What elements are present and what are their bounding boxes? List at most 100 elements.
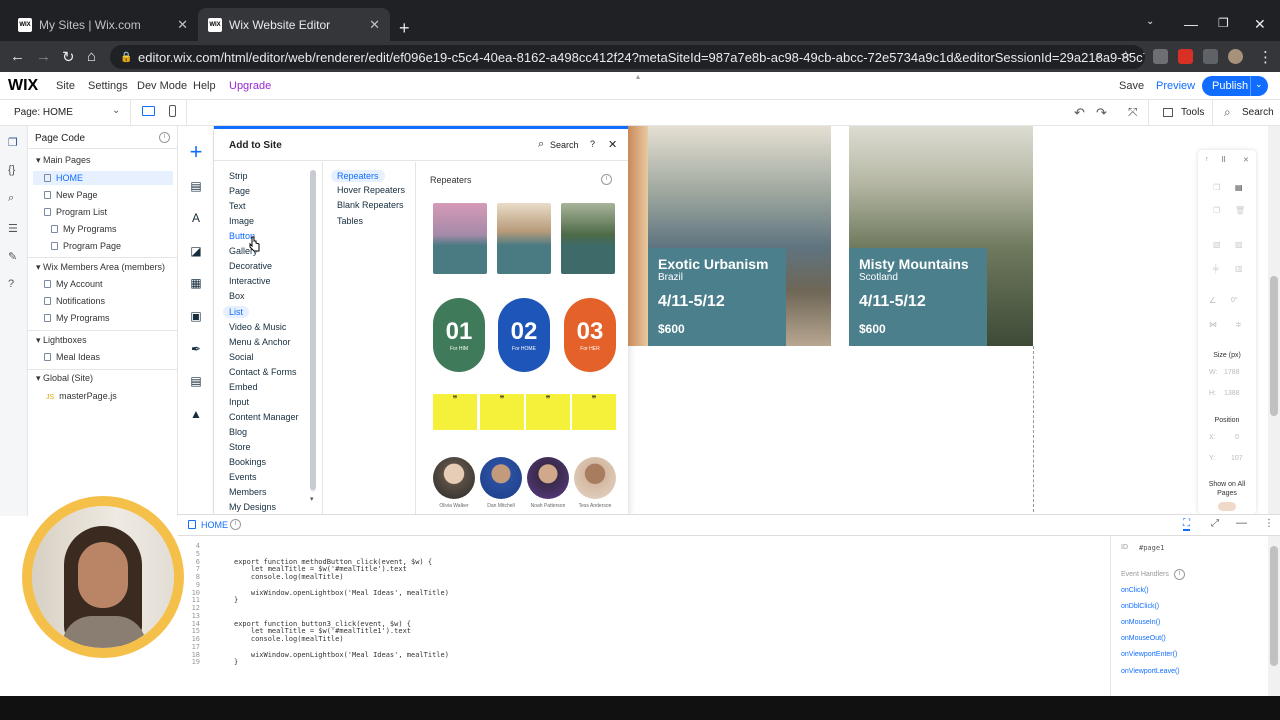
tools-icon[interactable] — [1163, 108, 1173, 117]
avatar[interactable] — [433, 457, 475, 499]
subcategory-item[interactable]: Blank Repeaters — [337, 200, 404, 210]
category-item[interactable]: Social — [229, 352, 254, 362]
repeater-thumbnail-1[interactable] — [433, 203, 487, 274]
tab-my-sites[interactable]: WIX My Sites | Wix.com ✕ — [8, 8, 198, 41]
tree-item-program-page[interactable]: Program Page — [51, 241, 121, 251]
bookmark-star-icon[interactable]: ☆ — [1120, 48, 1132, 64]
flip-vertical-icon[interactable]: ≑ — [1235, 320, 1242, 329]
x-value[interactable]: 0 — [1235, 434, 1239, 441]
code-line[interactable]: } — [234, 596, 238, 604]
code-line[interactable]: wixWindow.openLightbox('Meal Ideas', mea… — [234, 589, 449, 597]
category-item[interactable]: Content Manager — [229, 412, 299, 422]
chevron-down-icon[interactable]: ⌄ — [112, 105, 120, 116]
desktop-view-icon[interactable] — [142, 106, 155, 116]
number-repeater-01[interactable]: 01 For HIM — [433, 298, 485, 372]
scroll-down-icon[interactable]: ▾ — [310, 495, 314, 503]
preview-button[interactable]: Preview — [1156, 80, 1195, 92]
menu-site[interactable]: Site — [56, 80, 75, 92]
height-value[interactable]: 1388 — [1224, 390, 1240, 397]
menu-settings[interactable]: Settings — [88, 80, 128, 92]
close-icon[interactable]: ✕ — [608, 138, 617, 151]
info-icon[interactable]: i — [230, 519, 241, 530]
chevron-down-icon[interactable]: ⌄ — [1255, 79, 1263, 90]
code-line[interactable]: console.log(mealTitle) — [234, 573, 344, 581]
extension-icon[interactable] — [1153, 49, 1168, 64]
reload-icon[interactable]: ↻ — [62, 48, 75, 66]
page-selector[interactable]: Page: HOME — [14, 107, 73, 118]
close-icon[interactable]: ✕ — [1243, 156, 1249, 164]
close-tab-icon[interactable]: ✕ — [369, 17, 380, 33]
undo-icon[interactable]: ↶ — [1074, 105, 1085, 121]
collapse-caret-icon[interactable]: ▴ — [636, 72, 640, 81]
category-item[interactable]: Decorative — [229, 261, 272, 271]
help-icon[interactable]: ? — [590, 139, 595, 149]
tab-wix-editor[interactable]: WIX Wix Website Editor ✕ — [198, 8, 390, 41]
page-background-icon[interactable]: ◪ — [189, 244, 203, 258]
info-icon[interactable]: i — [1174, 569, 1185, 580]
profile-avatar[interactable] — [1228, 49, 1243, 64]
code-editor[interactable]: 4 5 6 export function methodButton_click(ev… — [178, 536, 1110, 696]
add-elements-icon[interactable]: + — [184, 141, 208, 165]
tree-item-home[interactable]: HOME — [33, 171, 173, 185]
copy-icon[interactable]: ❐ — [1213, 183, 1220, 192]
tree-item-my-programs[interactable]: My Programs — [51, 224, 117, 234]
category-item[interactable]: Blog — [229, 427, 247, 437]
avatar[interactable] — [480, 457, 522, 499]
duplicate-icon[interactable]: ❐ — [1213, 206, 1220, 215]
code-line[interactable]: } — [234, 658, 238, 666]
store-icon[interactable]: ▲ — [189, 407, 203, 421]
event-handler-link[interactable]: onMouseOut() — [1121, 635, 1166, 642]
category-item[interactable]: Image — [229, 216, 254, 226]
quote-repeater-4[interactable]: ❞ — [572, 394, 616, 430]
y-value[interactable]: 107 — [1231, 455, 1243, 462]
avatar[interactable] — [574, 457, 616, 499]
more-options-icon[interactable]: ⋮ — [1264, 518, 1274, 529]
category-item[interactable]: Contact & Forms — [229, 367, 297, 377]
number-repeater-03[interactable]: 03 For HER — [564, 298, 616, 372]
app-market-icon[interactable]: ▦ — [189, 276, 203, 290]
paste-icon[interactable]: ▤ — [1235, 183, 1243, 192]
section-members-area[interactable]: ▾ Wix Members Area (members) — [36, 262, 165, 273]
close-window-icon[interactable]: ✕ — [1254, 16, 1266, 33]
scrollbar-thumb[interactable] — [1270, 546, 1278, 666]
search-icon[interactable]: ⌕ — [538, 138, 544, 151]
database-icon[interactable]: ☰ — [8, 222, 18, 235]
quote-repeater-3[interactable]: ❞ — [526, 394, 570, 430]
properties-panel-toggle-icon[interactable]: ⛶ — [1183, 518, 1190, 531]
arrange-icon[interactable]: ▧ — [1213, 240, 1221, 249]
save-button[interactable]: Save — [1119, 80, 1144, 92]
home-icon[interactable]: ⌂ — [87, 48, 96, 65]
section-lightboxes[interactable]: ▾ Lightboxes — [36, 335, 87, 346]
align-icon[interactable]: ╪ — [1213, 264, 1219, 273]
category-item[interactable]: Box — [229, 291, 245, 301]
tree-item-program-list[interactable]: Program List — [44, 207, 107, 217]
event-handler-link[interactable]: onDblClick() — [1121, 603, 1159, 610]
url-field[interactable]: 🔒 editor.wix.com/html/editor/web/rendere… — [110, 45, 1145, 69]
category-scrollbar[interactable] — [310, 170, 316, 492]
redo-icon[interactable]: ↷ — [1096, 105, 1107, 121]
menu-help[interactable]: Help — [193, 80, 216, 92]
tree-item-my-programs-members[interactable]: My Programs — [44, 313, 110, 323]
info-icon[interactable]: i — [601, 174, 612, 185]
repeater-thumbnail-3[interactable] — [561, 203, 615, 274]
arrange-icon[interactable]: ▨ — [1235, 240, 1243, 249]
tree-item-new-page[interactable]: New Page — [44, 190, 98, 200]
quote-repeater-2[interactable]: ❞ — [480, 394, 524, 430]
tree-item-meal-ideas[interactable]: Meal Ideas — [44, 352, 100, 362]
puzzle-icon[interactable] — [1203, 49, 1218, 64]
subcategory-item[interactable]: Repeaters — [331, 170, 385, 182]
tree-item-my-account[interactable]: My Account — [44, 279, 103, 289]
tab-search-icon[interactable]: ⌄ — [1146, 16, 1154, 27]
search-button[interactable]: Search — [1242, 107, 1274, 118]
tools-icon[interactable]: ✎ — [8, 250, 17, 263]
element-id-field[interactable]: #page1 — [1139, 544, 1164, 552]
category-item[interactable]: Video & Music — [229, 322, 286, 332]
zoom-icon[interactable]: ⌕ — [1095, 49, 1102, 64]
kebab-menu-icon[interactable]: ⋮ — [1258, 48, 1273, 66]
subcategory-item[interactable]: Tables — [337, 216, 363, 226]
section-global-site[interactable]: ▾ Global (Site) — [36, 373, 93, 384]
arrow-up-icon[interactable]: ↑ — [1205, 156, 1209, 163]
extension-icon[interactable] — [1178, 49, 1193, 64]
flip-icon[interactable]: ⋈ — [1209, 320, 1217, 329]
code-line[interactable]: wixWindow.openLightbox('Meal Ideas', mea… — [234, 651, 449, 659]
